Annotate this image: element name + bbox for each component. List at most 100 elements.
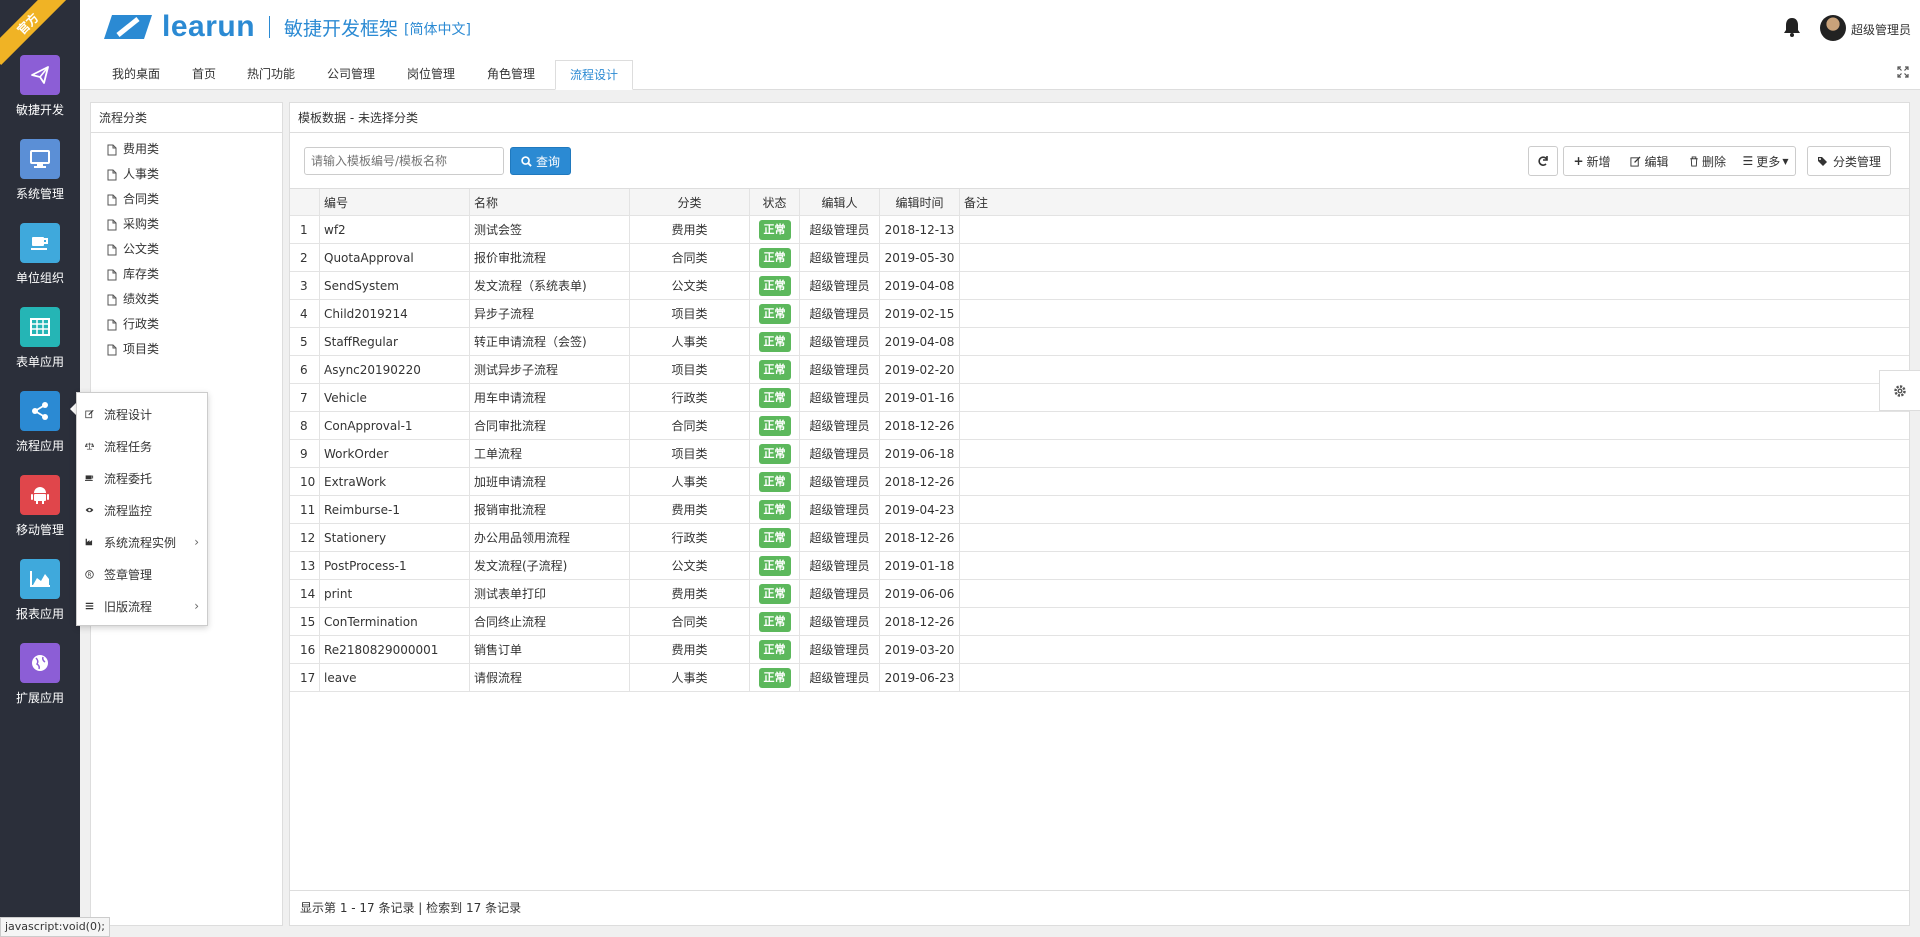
col-header-editor[interactable]: 编辑人 xyxy=(800,189,880,215)
flyout-item[interactable]: 流程委托 xyxy=(77,462,207,494)
nav-item-report[interactable]: 报表应用 xyxy=(0,559,80,643)
col-header-remark[interactable]: 备注 xyxy=(960,189,1909,215)
cell-remark xyxy=(960,384,1909,411)
avatar[interactable] xyxy=(1820,15,1846,41)
col-header-time[interactable]: 编辑时间 xyxy=(880,189,960,215)
edit-button[interactable]: 编辑 xyxy=(1620,146,1680,176)
table-row[interactable]: 7 Vehicle 用车申请流程 行政类 正常 超级管理员 2019-01-16 xyxy=(290,384,1909,412)
tree-item[interactable]: 合同类 xyxy=(91,187,282,212)
flyout-item[interactable]: R 签章管理 xyxy=(77,558,207,590)
tab-company[interactable]: 公司管理 xyxy=(313,60,389,90)
add-button[interactable]: + 新增 xyxy=(1563,146,1621,176)
tree-item-label: 人事类 xyxy=(123,167,160,181)
tab-home[interactable]: 首页 xyxy=(178,60,230,90)
nav-label: 流程应用 xyxy=(15,439,64,453)
flyout-item[interactable]: 流程任务 xyxy=(77,430,207,462)
nav-item-form[interactable]: 表单应用 xyxy=(0,307,80,391)
cell-status: 正常 xyxy=(750,412,800,439)
table-row[interactable]: 5 StaffRegular 转正申请流程（会签) 人事类 正常 超级管理员 2019-04… xyxy=(290,328,1909,356)
username[interactable]: 超级管理员 xyxy=(1851,21,1911,38)
tree-item[interactable]: 公文类 xyxy=(91,237,282,262)
cell-remark xyxy=(960,580,1909,607)
logo[interactable]: learun 敏捷开发框架 [简体中文] xyxy=(100,10,471,44)
col-header-code[interactable]: 编号 xyxy=(320,189,470,215)
flyout-item[interactable]: 流程监控 xyxy=(77,494,207,526)
tree-item[interactable]: 绩效类 xyxy=(91,287,282,312)
table-row[interactable]: 6 Async20190220 测试异步子流程 项目类 正常 超级管理员 2019-02-2… xyxy=(290,356,1909,384)
tree-item[interactable]: 采购类 xyxy=(91,212,282,237)
tree-item[interactable]: 库存类 xyxy=(91,262,282,287)
fullscreen-icon[interactable] xyxy=(1897,66,1909,81)
table-row[interactable]: 17 leave 请假流程 人事类 正常 超级管理员 2019-06-23 xyxy=(290,664,1909,692)
tab-hot-features[interactable]: 热门功能 xyxy=(233,60,309,90)
table-row[interactable]: 3 SendSystem 发文流程（系统表单) 公文类 正常 超级管理员 2019-04-0… xyxy=(290,272,1909,300)
cell-editor: 超级管理员 xyxy=(800,468,880,495)
table-row[interactable]: 1 wf2 测试会签 费用类 正常 超级管理员 2018-12-13 xyxy=(290,216,1909,244)
caret-down-icon: ▼ xyxy=(1782,156,1789,166)
table-row[interactable]: 16 Re2180829000001 销售订单 费用类 正常 超级管理员 2019-03-2… xyxy=(290,636,1909,664)
table-row[interactable]: 8 ConApproval-1 合同审批流程 合同类 正常 超级管理员 2018-12-26 xyxy=(290,412,1909,440)
col-header-category[interactable]: 分类 xyxy=(630,189,750,215)
flyout-item[interactable]: 流程设计 xyxy=(77,398,207,430)
gear-icon[interactable] xyxy=(1879,370,1920,411)
nav-item-workflow[interactable]: 流程应用 xyxy=(0,391,80,475)
nav-item-system[interactable]: 系统管理 xyxy=(0,139,80,223)
browser-status-bar: javascript:void(0); xyxy=(0,917,110,937)
flyout-item-label: 流程委托 xyxy=(104,471,153,486)
table-row[interactable]: 13 PostProcess-1 发文流程(子流程) 公文类 正常 超级管理员 2019-0… xyxy=(290,552,1909,580)
tree-item[interactable]: 项目类 xyxy=(91,337,282,362)
cell-name: 测试会签 xyxy=(470,216,630,243)
nav-item-agile-dev[interactable]: 敏捷开发 xyxy=(0,55,80,139)
cell-name: 销售订单 xyxy=(470,636,630,663)
status-badge: 正常 xyxy=(758,219,791,240)
file-icon xyxy=(107,194,117,205)
cell-time: 2019-02-15 xyxy=(880,300,960,327)
table-row[interactable]: 10 ExtraWork 加班申请流程 人事类 正常 超级管理员 2018-12-26 xyxy=(290,468,1909,496)
status-badge: 正常 xyxy=(758,275,791,296)
pager-info: 显示第 1 - 17 条记录 | 检索到 17 条记录 xyxy=(290,890,1909,925)
search-input[interactable] xyxy=(304,147,504,175)
cell-editor: 超级管理员 xyxy=(800,272,880,299)
bell-icon[interactable] xyxy=(1783,17,1801,40)
cell-name: 合同终止流程 xyxy=(470,608,630,635)
refresh-button[interactable] xyxy=(1528,146,1558,176)
tab-workflow-design[interactable]: 流程设计 xyxy=(555,60,634,90)
tree-item[interactable]: 行政类 xyxy=(91,312,282,337)
table-row[interactable]: 9 WorkOrder 工单流程 项目类 正常 超级管理员 2019-06-18 xyxy=(290,440,1909,468)
tree-item[interactable]: 费用类 xyxy=(91,137,282,162)
category-manage-button[interactable]: 分类管理 xyxy=(1807,146,1891,176)
status-badge: 正常 xyxy=(758,667,791,688)
table-row[interactable]: 12 Stationery 办公用品领用流程 行政类 正常 超级管理员 2018-12-26 xyxy=(290,524,1909,552)
table-row[interactable]: 2 QuotaApproval 报价审批流程 合同类 正常 超级管理员 2019-05-30 xyxy=(290,244,1909,272)
tab-post[interactable]: 岗位管理 xyxy=(393,60,469,90)
eye-icon xyxy=(85,505,99,515)
coffee-cup-icon xyxy=(85,472,99,484)
search-button[interactable]: 查询 xyxy=(510,147,571,175)
table-row[interactable]: 15 ConTermination 合同终止流程 合同类 正常 超级管理员 2018-12-… xyxy=(290,608,1909,636)
tree-item-label: 库存类 xyxy=(123,267,160,281)
file-icon xyxy=(107,244,117,255)
cell-code: ConApproval-1 xyxy=(320,412,470,439)
tree-item-label: 合同类 xyxy=(123,192,160,206)
table-row[interactable]: 14 print 测试表单打印 费用类 正常 超级管理员 2019-06-06 xyxy=(290,580,1909,608)
tree-item[interactable]: 人事类 xyxy=(91,162,282,187)
more-button[interactable]: ☰ 更多 ▼ xyxy=(1736,146,1796,176)
language-switch[interactable]: [简体中文] xyxy=(404,19,471,39)
col-header-name[interactable]: 名称 xyxy=(470,189,630,215)
flyout-item[interactable]: 旧版流程 › xyxy=(77,590,207,622)
nav-item-extension[interactable]: 扩展应用 xyxy=(0,643,80,727)
flyout-item[interactable]: 系统流程实例 › xyxy=(77,526,207,558)
cell-category: 费用类 xyxy=(630,496,750,523)
tab-my-desktop[interactable]: 我的桌面 xyxy=(98,60,174,90)
tags-icon xyxy=(1817,156,1827,166)
table-row[interactable]: 11 Reimburse-1 报销审批流程 费用类 正常 超级管理员 2019-04-23 xyxy=(290,496,1909,524)
grid-title: 模板数据 - 未选择分类 xyxy=(290,103,1909,133)
nav-item-mobile[interactable]: 移动管理 xyxy=(0,475,80,559)
table-row[interactable]: 4 Child2019214 异步子流程 项目类 正常 超级管理员 2019-02-15 xyxy=(290,300,1909,328)
delete-button[interactable]: 删除 xyxy=(1679,146,1737,176)
tab-role[interactable]: 角色管理 xyxy=(473,60,549,90)
cell-code: ConTermination xyxy=(320,608,470,635)
col-header-status[interactable]: 状态 xyxy=(750,189,800,215)
cell-status: 正常 xyxy=(750,636,800,663)
nav-item-org[interactable]: 单位组织 xyxy=(0,223,80,307)
